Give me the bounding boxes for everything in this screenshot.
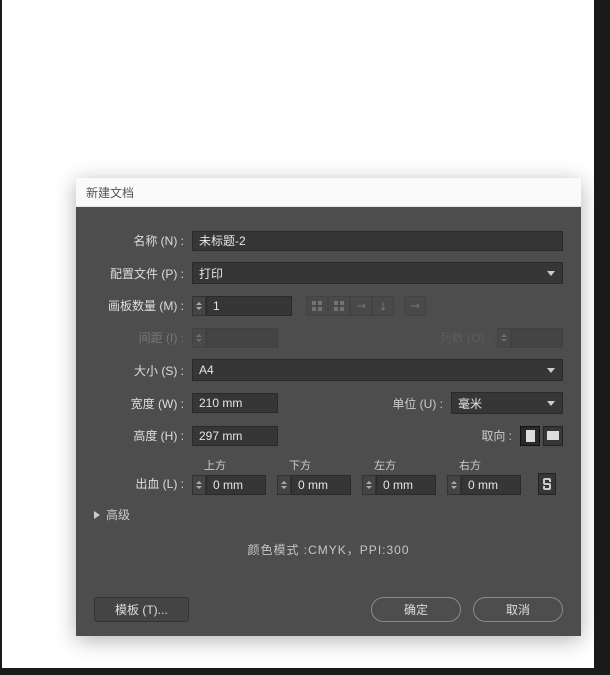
bleed-label: 出血 (L) : bbox=[94, 475, 192, 495]
bleed-left-input[interactable] bbox=[376, 475, 436, 495]
disclosure-triangle-icon bbox=[94, 511, 100, 519]
arrange-col-icon[interactable] bbox=[372, 296, 394, 316]
bleed-top-spinner[interactable] bbox=[192, 475, 277, 495]
height-label: 高度 (H) : bbox=[94, 427, 192, 444]
orient-portrait-button[interactable] bbox=[520, 426, 540, 446]
arrange-ltr-icon[interactable] bbox=[404, 296, 426, 316]
artboards-label: 画板数量 (M) : bbox=[94, 297, 192, 314]
spacing-label: 间距 (I) : bbox=[94, 329, 192, 346]
units-select[interactable]: 毫米 bbox=[451, 392, 563, 414]
artboards-spinner[interactable] bbox=[192, 296, 292, 316]
bleed-bottom-input[interactable] bbox=[291, 475, 351, 495]
height-input[interactable] bbox=[192, 426, 278, 446]
advanced-toggle[interactable]: 高级 bbox=[94, 506, 563, 523]
cols-spinner bbox=[497, 328, 563, 348]
arrange-grid-row-icon[interactable] bbox=[306, 296, 328, 316]
link-icon bbox=[542, 477, 552, 491]
bleed-right-input[interactable] bbox=[461, 475, 521, 495]
stepper-icon[interactable] bbox=[277, 475, 291, 495]
ok-button[interactable]: 确定 bbox=[371, 597, 461, 622]
bleed-bottom-spinner[interactable] bbox=[277, 475, 362, 495]
spacing-spinner bbox=[192, 328, 278, 348]
color-mode-info: 颜色模式 :CMYK，PPI:300 bbox=[94, 541, 563, 558]
units-label: 单位 (U) : bbox=[392, 395, 443, 412]
stepper-icon bbox=[192, 328, 206, 348]
bleed-left-spinner[interactable] bbox=[362, 475, 447, 495]
orient-landscape-button[interactable] bbox=[543, 426, 563, 446]
dialog-footer: 模板 (T)... 确定 取消 bbox=[94, 597, 563, 622]
name-input[interactable] bbox=[192, 231, 563, 251]
stepper-icon[interactable] bbox=[192, 475, 206, 495]
name-label: 名称 (N) : bbox=[94, 232, 192, 249]
orient-label: 取向 : bbox=[481, 427, 512, 444]
units-value: 毫米 bbox=[458, 395, 482, 412]
size-select[interactable]: A4 bbox=[192, 359, 563, 381]
new-document-dialog: 新建文档 名称 (N) : 配置文件 (P) : 打印 画板数量 (M) : bbox=[76, 178, 581, 636]
cols-input bbox=[511, 328, 563, 348]
link-bleed-button[interactable] bbox=[538, 473, 556, 495]
arrange-row-icon[interactable] bbox=[350, 296, 372, 316]
bleed-right-label: 右方 bbox=[447, 457, 532, 473]
bleed-top-input[interactable] bbox=[206, 475, 266, 495]
profile-value: 打印 bbox=[199, 265, 223, 282]
stepper-icon bbox=[497, 328, 511, 348]
width-input[interactable] bbox=[192, 393, 278, 413]
cols-label: 列数 (O) : bbox=[440, 329, 491, 346]
bleed-left-label: 左方 bbox=[362, 457, 447, 473]
stepper-icon[interactable] bbox=[362, 475, 376, 495]
profile-label: 配置文件 (P) : bbox=[94, 265, 192, 282]
bleed-bottom-label: 下方 bbox=[277, 457, 362, 473]
spacing-input bbox=[206, 328, 278, 348]
profile-select[interactable]: 打印 bbox=[192, 262, 563, 284]
size-label: 大小 (S) : bbox=[94, 362, 192, 379]
bleed-right-spinner[interactable] bbox=[447, 475, 532, 495]
width-label: 宽度 (W) : bbox=[94, 395, 192, 412]
dialog-title: 新建文档 bbox=[76, 178, 581, 207]
portrait-icon bbox=[526, 430, 535, 442]
advanced-label: 高级 bbox=[106, 506, 130, 523]
landscape-icon bbox=[547, 431, 559, 440]
size-value: A4 bbox=[199, 363, 214, 377]
template-button[interactable]: 模板 (T)... bbox=[94, 597, 189, 622]
dialog-body: 名称 (N) : 配置文件 (P) : 打印 画板数量 (M) : bbox=[76, 207, 581, 636]
arrange-buttons bbox=[306, 296, 394, 316]
stepper-icon[interactable] bbox=[192, 296, 206, 316]
bleed-top-label: 上方 bbox=[192, 457, 277, 473]
stepper-icon[interactable] bbox=[447, 475, 461, 495]
arrange-grid-col-icon[interactable] bbox=[328, 296, 350, 316]
bleed-group: 上方 下方 左方 右方 bbox=[192, 457, 556, 495]
artboards-input[interactable] bbox=[206, 296, 292, 316]
cancel-button[interactable]: 取消 bbox=[473, 597, 563, 622]
